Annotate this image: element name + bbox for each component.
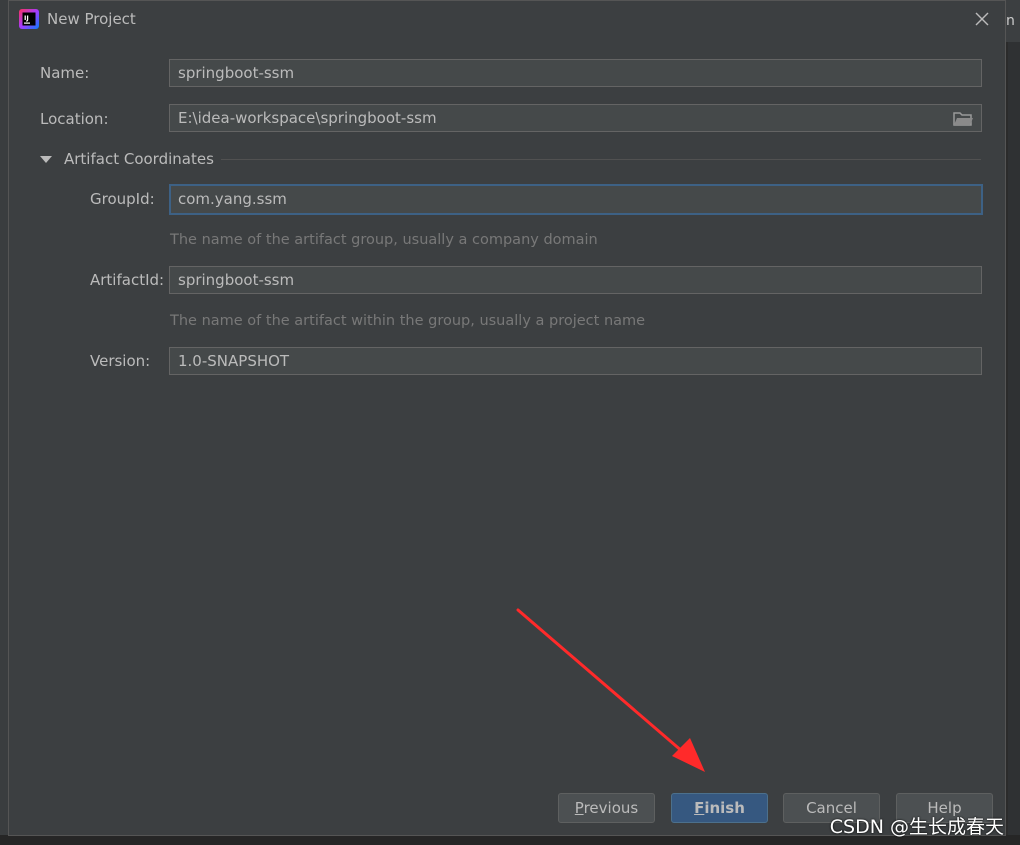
triangle-down-icon (40, 155, 52, 163)
dialog-titlebar: IJ New Project (9, 1, 1005, 39)
artifact-coordinates-toggle[interactable]: Artifact Coordinates (40, 150, 214, 168)
background-tab-text: n (1006, 13, 1015, 29)
version-field[interactable]: 1.0-SNAPSHOT (169, 347, 982, 375)
groupid-hint: The name of the artifact group, usually … (170, 232, 598, 248)
section-divider (221, 159, 981, 160)
version-label: Version: (90, 352, 151, 370)
intellij-idea-icon: IJ (19, 9, 39, 29)
name-field[interactable]: springboot-ssm (169, 59, 982, 87)
location-label: Location: (40, 110, 109, 128)
csdn-watermark: CSDN @生长成春天 (829, 816, 1004, 838)
previous-button[interactable]: Previous (558, 793, 655, 823)
finish-button[interactable]: Finish (671, 793, 768, 823)
groupid-field[interactable]: com.yang.ssm (169, 184, 983, 215)
artifactid-field[interactable]: springboot-ssm (169, 266, 982, 294)
finish-label: inish (704, 799, 745, 817)
name-label: Name: (40, 64, 90, 82)
previous-label: revious (583, 799, 639, 817)
svg-text:IJ: IJ (24, 14, 29, 22)
new-project-dialog: IJ New Project Name: springboot-ssm Loca… (8, 0, 1006, 836)
finish-mnemonic: F (694, 799, 705, 817)
artifactid-label: ArtifactId: (90, 271, 165, 289)
artifact-coordinates-label: Artifact Coordinates (64, 150, 214, 168)
close-icon[interactable] (973, 10, 991, 28)
previous-mnemonic: P (574, 799, 584, 817)
background-tab-fragment: n (1005, 0, 1020, 42)
dialog-title: New Project (47, 10, 136, 28)
location-field[interactable]: E:\idea-workspace\springboot-ssm (169, 104, 982, 132)
folder-icon[interactable] (953, 110, 973, 128)
background-editor-right (1008, 0, 1020, 845)
artifactid-hint: The name of the artifact within the grou… (170, 313, 646, 329)
groupid-label: GroupId: (90, 190, 155, 208)
